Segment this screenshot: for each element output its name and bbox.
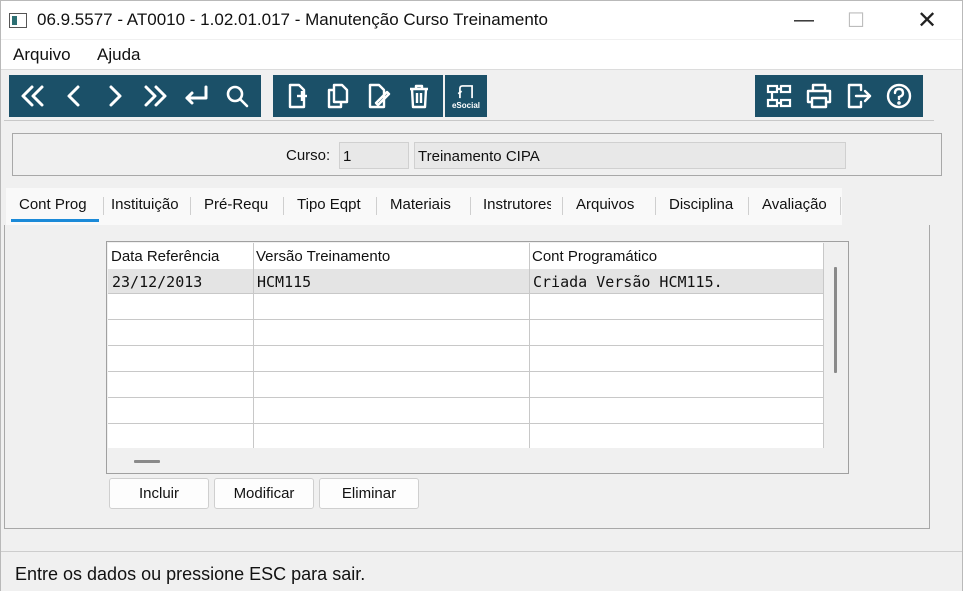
vertical-scrollbar[interactable] <box>834 267 837 373</box>
maximize-button[interactable]: ☐ <box>833 1 879 39</box>
close-button[interactable]: ✕ <box>904 1 950 39</box>
previous-record-icon[interactable] <box>54 77 95 115</box>
delete-icon[interactable] <box>399 77 440 115</box>
title-bar: 06.9.5577 - AT0010 - 1.02.01.017 - Manut… <box>1 1 962 39</box>
tab-cont-prog[interactable]: Cont Prog <box>11 194 99 222</box>
cell-cont-programatico: Criada Versão HCM115. <box>533 273 723 291</box>
course-header-panel: Curso: 1 Treinamento CIPA <box>12 133 942 176</box>
tab-instrutores[interactable]: Instrutores <box>475 194 551 222</box>
minimize-button[interactable]: — <box>781 1 827 39</box>
new-record-icon[interactable] <box>277 77 318 115</box>
menu-ajuda[interactable]: Ajuda <box>97 45 140 65</box>
tab-arquivos[interactable]: Arquivos <box>568 194 648 222</box>
tab-materiais[interactable]: Materiais <box>382 194 464 222</box>
last-record-icon[interactable] <box>135 77 176 115</box>
esocial-toolbar-group: eSocial <box>445 75 487 117</box>
tab-instituicao[interactable]: Instituição <box>103 194 187 222</box>
help-icon[interactable] <box>879 77 919 115</box>
content-grid[interactable]: Data Referência Versão Treinamento Cont … <box>106 241 849 474</box>
tab-separator <box>470 197 471 215</box>
return-icon[interactable] <box>176 77 217 115</box>
table-row[interactable] <box>108 347 823 372</box>
tab-bar: Cont Prog Instituição Pré-Requ Tipo Eqpt… <box>6 188 842 225</box>
first-record-icon[interactable] <box>13 77 54 115</box>
structure-icon[interactable] <box>759 77 799 115</box>
cell-versao-treinamento: HCM115 <box>257 273 312 291</box>
tab-separator <box>655 197 656 215</box>
course-code-field[interactable]: 1 <box>339 142 409 169</box>
tab-separator <box>748 197 749 215</box>
status-bar: Entre os dados ou pressione ESC para sai… <box>1 551 962 591</box>
grid-header: Data Referência Versão Treinamento Cont … <box>108 243 823 269</box>
horizontal-scrollbar[interactable] <box>134 460 160 463</box>
table-row[interactable] <box>108 399 823 424</box>
window-title: 06.9.5577 - AT0010 - 1.02.01.017 - Manut… <box>37 10 548 29</box>
toolbar: eSocial <box>4 71 934 121</box>
cell-data-referencia: 23/12/2013 <box>112 273 203 291</box>
table-row[interactable] <box>108 321 823 346</box>
tab-separator <box>562 197 563 215</box>
tab-separator <box>840 197 841 215</box>
tab-disciplina[interactable]: Disciplina <box>661 194 741 222</box>
navigation-toolbar-group <box>9 75 261 117</box>
grid-body: Data Referência Versão Treinamento Cont … <box>108 243 824 450</box>
menu-bar: Arquivo Ajuda <box>1 40 962 70</box>
utility-toolbar-group <box>755 75 923 117</box>
status-message: Entre os dados ou pressione ESC para sai… <box>15 564 366 584</box>
app-icon <box>9 13 27 28</box>
next-record-icon[interactable] <box>94 77 135 115</box>
column-header-data-referencia[interactable]: Data Referência <box>108 243 253 269</box>
delete-button[interactable]: Eliminar <box>319 478 419 509</box>
tab-separator <box>376 197 377 215</box>
column-header-versao-treinamento[interactable]: Versão Treinamento <box>253 243 529 269</box>
esocial-label: eSocial <box>451 100 480 110</box>
table-row[interactable] <box>108 295 823 320</box>
print-icon[interactable] <box>799 77 839 115</box>
table-row[interactable] <box>108 373 823 398</box>
column-header-cont-programatico[interactable]: Cont Programático <box>529 243 823 269</box>
edit-record-icon[interactable] <box>358 77 399 115</box>
copy-record-icon[interactable] <box>318 77 359 115</box>
tab-avaliacao[interactable]: Avaliação <box>754 194 832 222</box>
tab-separator <box>190 197 191 215</box>
edit-toolbar-group <box>273 75 443 117</box>
table-row[interactable] <box>108 425 823 450</box>
tab-separator <box>283 197 284 215</box>
tab-tipo-eqpt[interactable]: Tipo Eqpt <box>289 194 369 222</box>
search-icon[interactable] <box>216 77 257 115</box>
include-button[interactable]: Incluir <box>109 478 209 509</box>
course-name-field[interactable]: Treinamento CIPA <box>414 142 846 169</box>
table-row[interactable]: 23/12/2013 HCM115 Criada Versão HCM115. <box>108 269 823 294</box>
column-divider <box>253 243 254 448</box>
tab-pre-requ[interactable]: Pré-Requ <box>196 194 276 222</box>
modify-button[interactable]: Modificar <box>214 478 314 509</box>
course-label: Curso: <box>286 147 331 164</box>
application-window: 06.9.5577 - AT0010 - 1.02.01.017 - Manut… <box>0 0 963 591</box>
menu-arquivo[interactable]: Arquivo <box>13 45 71 65</box>
exit-icon[interactable] <box>839 77 879 115</box>
column-divider <box>823 243 824 448</box>
column-divider <box>529 243 530 448</box>
esocial-button[interactable]: eSocial <box>446 77 486 115</box>
